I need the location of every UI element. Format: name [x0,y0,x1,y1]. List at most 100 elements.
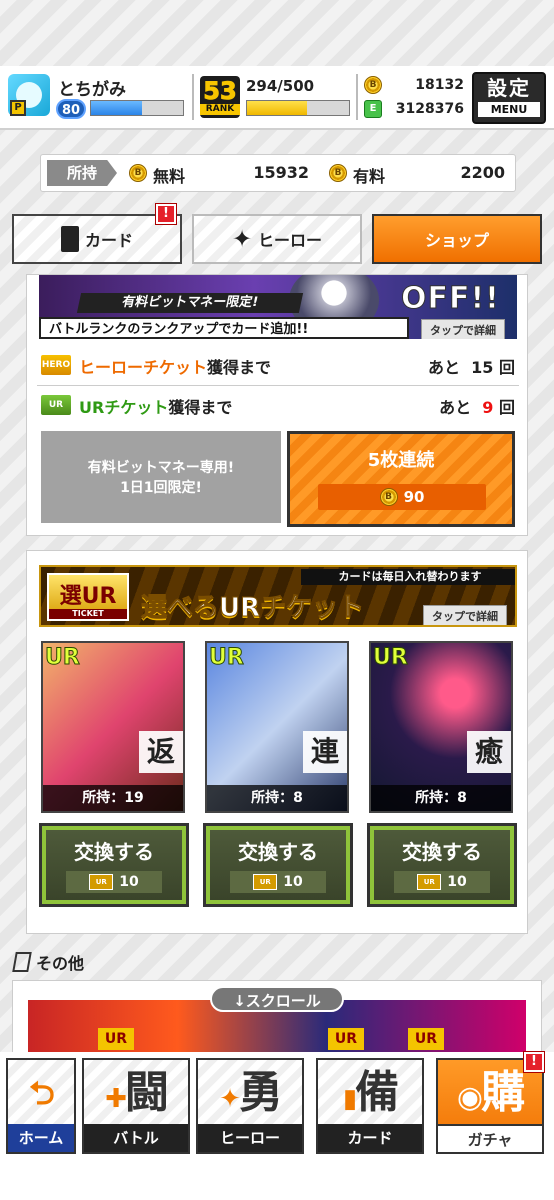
gacha-capsule-icon: ◉ [456,1080,483,1115]
ur-ticket-exchange-panel: 選UR TICKET カードは毎日入れ替わります 選べるURチケット タップで詳… [26,550,528,934]
nav-home[interactable]: ⮌ ホーム [6,1058,76,1154]
exchange-button[interactable]: 交換する UR 10 [367,823,517,907]
remain-unit: 回 [498,398,515,417]
card-type-kanji: 連 [303,731,347,773]
header-divider [192,74,194,120]
ur-ticket-row: URチケット獲得まで [79,394,232,418]
nav-gacha[interactable]: ◉購 ガチャ [436,1058,544,1154]
nav-card[interactable]: ▮備 カード [316,1058,424,1154]
nav-battle-glyph: ✚闘 [84,1062,188,1130]
rank-badge: 53 RANK [200,76,240,118]
free-label: 無料 [153,167,186,186]
tab-shop[interactable]: ショップ [372,214,542,264]
energy-icon: E [364,100,382,118]
tab-card-label: カード [84,231,133,250]
hero-ticket-suffix: 獲得まで [207,358,272,377]
nav-battle-label: バトル [84,1124,188,1152]
nav-hero-glyph: ✦勇 [198,1062,302,1130]
settings-label: 設定 [487,76,531,100]
ur-ticket-logo-sub: TICKET [49,609,127,619]
owned-count: 所持：8 [371,785,511,811]
ur-card-kaeshi[interactable]: UR 返 所持：19 [41,641,185,813]
off-text: OFF!! [401,281,500,317]
ur-rarity-tag: UR [373,645,409,671]
pull-cost-value: 90 [403,488,425,506]
exchange-button[interactable]: 交換する UR 10 [39,823,189,907]
card-type-kanji: 返 [139,731,183,773]
rank-points: 294/500 [246,77,315,95]
promo-line-2: 1日1回限定! [120,480,202,496]
hero-icon: ✦ [231,225,253,253]
hero-ticket-remaining: あと 15 回 [407,354,515,378]
rank-progress-bar [246,100,350,116]
rank-value: 53 [203,77,237,105]
tab-hero-label: ヒーロー [258,231,323,250]
gacha-alert-icon: ! [524,1052,544,1072]
home-return-icon: ⮌ [29,1074,55,1112]
nav-card-glyph: ▮備 [318,1062,422,1130]
battle-kanji: 闘 [124,1067,169,1118]
exchange-cost: UR 10 [66,871,162,893]
remain-unit: 回 [498,358,515,377]
others-title: その他 [36,954,85,973]
exchange-cost-value: 10 [119,874,139,890]
paid-daily-limit-bubble: 有料ビットマネー専用! 1日1回限定! [41,431,281,523]
menu-label: MENU [478,102,540,117]
ur-ticket-remaining: あと 9 回 [407,394,515,418]
bit-money-gacha-panel: OFF!! 有料ビットマネー限定! バトルランクのランクアップでカード追加!! … [26,274,528,536]
five-pull-label: 5枚連続 [367,450,435,471]
player-name: とちがみ [58,80,126,100]
ur-card-ren[interactable]: UR 連 所持：8 [205,641,349,813]
card-kanji: 備 [355,1067,399,1118]
paid-label: 有料 [353,167,386,186]
player-status-header: P とちがみ 80 53 RANK 294/500 B 18132 E 3128… [0,66,554,130]
hero-kanji: 勇 [238,1067,283,1118]
player-level-badge: 80 [56,99,86,119]
five-pull-button[interactable]: 5枚連続 B 90 [287,431,515,527]
ur-card-iyashi[interactable]: UR 癒 所持：8 [369,641,513,813]
gamepad-icon: ✚ [105,1084,127,1114]
nav-battle[interactable]: ✚闘 バトル [82,1058,190,1154]
exp-bar-fill [91,101,142,115]
ur-ticket-name: URチケット [79,398,169,417]
energy-value: 3128376 [395,101,464,117]
card-type-kanji: 癒 [467,731,511,773]
paid-value: 2200 [460,163,505,182]
nav-card-label: カード [318,1124,422,1152]
ur-ticket-suffix: 獲得まで [168,398,233,417]
ur-ticket-icon: UR [41,395,71,415]
bit-money-campaign-banner[interactable]: OFF!! 有料ビットマネー限定! バトルランクのランクアップでカード追加!! … [39,275,517,339]
nav-home-label: ホーム [8,1124,74,1152]
remain-prefix: あと [427,358,460,377]
rank-up-ribbon: バトルランクのランクアップでカード追加!! [39,317,409,339]
hero-ticket-row: ヒーローチケット獲得まで [79,354,271,378]
ur-ticket-remain-count: 9 [482,398,494,417]
nav-hero-label: ヒーロー [198,1124,302,1152]
select-ur-ticket-banner[interactable]: 選UR TICKET カードは毎日入れ替わります 選べるURチケット タップで詳… [39,565,517,627]
pull-coin-icon: B [379,488,398,506]
others-section-header: その他 [12,950,85,974]
exchange-cost: UR 10 [230,871,326,893]
rank-label: RANK [200,104,240,115]
ur-ticket-icon: UR [89,874,114,890]
shop-screen: P とちがみ 80 53 RANK 294/500 B 18132 E 3128… [0,0,554,1200]
paid-only-ribbon: 有料ビットマネー限定! [76,293,304,313]
exchange-cost-value: 10 [283,874,303,890]
gacha-kanji: 購 [481,1067,525,1118]
exchange-cost-value: 10 [447,874,467,890]
exchange-button[interactable]: 交換する UR 10 [203,823,353,907]
ur-rarity-tag: UR [209,645,245,671]
free-coin-icon: B [129,164,147,182]
ur-mark: UR [98,1028,134,1050]
tab-hero[interactable]: ✦ ヒーロー [192,214,362,264]
owned-count: 所持：19 [43,785,183,811]
ur-ticket-logo-text: 選UR [59,584,117,609]
settings-menu-button[interactable]: 設定 MENU [472,72,546,124]
bit-money-coin-icon: B [364,76,382,94]
tap-for-details-badge: タップで詳細 [423,605,507,625]
nav-hero[interactable]: ✦勇 ヒーロー [196,1058,304,1154]
paid-coin-icon: B [329,164,347,182]
p-badge-icon: P [10,100,26,116]
hero-ticket-icon: HERO [41,355,71,375]
exp-bar [90,100,184,116]
